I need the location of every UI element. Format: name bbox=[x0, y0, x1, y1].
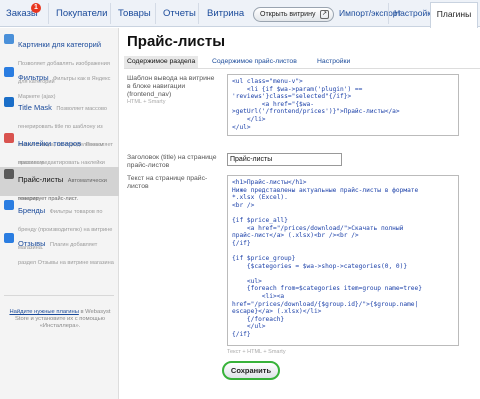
code-line: <ul class="menu-v"> bbox=[232, 78, 303, 85]
reviews-icon bbox=[4, 233, 14, 243]
sticker-icon bbox=[4, 133, 14, 143]
code-line: escape}</a> (.xlsx)</li> bbox=[232, 308, 322, 316]
plugin-title: Фильтры bbox=[18, 73, 49, 82]
plugin-title: Наклейки товаров bbox=[18, 139, 82, 148]
save-button[interactable]: Сохранить bbox=[222, 361, 280, 380]
code-line: <li {if $wa->param('plugin') == bbox=[232, 85, 363, 93]
plugin-title: Бренды bbox=[18, 206, 46, 215]
code-line: 'reviews'}class="selected"{/if}> bbox=[232, 93, 352, 101]
sidebar-plugin-item[interactable]: Прайс-листы Автоматически генерирует пра… bbox=[0, 167, 119, 202]
page-text-hint: Текст + HTML + Smarty bbox=[227, 349, 286, 355]
nav-divider bbox=[110, 3, 111, 24]
code-line: {/if} bbox=[232, 330, 251, 338]
nav-divider bbox=[48, 3, 49, 24]
find-plugins-link[interactable]: Найдите нужные плагины bbox=[9, 309, 78, 315]
nav-reports[interactable]: Отчеты bbox=[157, 0, 202, 27]
code-line: {if $price_group} bbox=[232, 254, 296, 262]
tab-settings[interactable]: Настройки bbox=[317, 56, 350, 68]
code-line: {/foreach} bbox=[232, 315, 285, 323]
code-line: {/if} bbox=[232, 239, 251, 247]
page-text-label: Текст на странице прайс-листов bbox=[127, 175, 208, 190]
nav-template-hint: HTML + Smarty bbox=[127, 99, 166, 105]
open-storefront-label: Открыть витрину bbox=[260, 11, 316, 18]
nav-divider bbox=[198, 3, 199, 24]
code-line: >getUrl('/frontend/prices')}">Прайс-лист… bbox=[232, 108, 400, 116]
heading-label: Заголовок (title) на странице прайс-лист… bbox=[127, 154, 217, 169]
code-line: {$categories = $wa->shop->categories(0, … bbox=[232, 262, 408, 270]
code-line: <ul> bbox=[232, 277, 262, 285]
code-line: <a href="/prices/download/">Скачать полн… bbox=[232, 224, 404, 232]
code-line: <br /> bbox=[232, 201, 255, 209]
sidebar-footer: Найдите нужные плагины в Webasyst Store … bbox=[8, 309, 112, 330]
sidebar-plugin-item[interactable]: Бренды Фильтры товаров по бренду (произв… bbox=[0, 198, 119, 251]
tabs-underline bbox=[124, 68, 480, 69]
nav-plugins[interactable]: Плагины bbox=[430, 2, 478, 28]
code-line: прайс-лист</a> (.xlsx)<br /><br /> bbox=[232, 232, 359, 240]
nav-template-label: Шаблон вывода на витрине в блоке навигац… bbox=[127, 75, 215, 98]
sidebar-plugin-item[interactable]: Title Mask Позволяет массово генерироват… bbox=[0, 95, 119, 166]
plugins-sidebar: Картинки для категорий Позволяет добавля… bbox=[0, 28, 119, 399]
code-line: </li> bbox=[232, 115, 266, 123]
nav-customers[interactable]: Покупатели bbox=[50, 0, 113, 27]
nav-storefront[interactable]: Витрина bbox=[201, 0, 250, 27]
tab-pricelist-content[interactable]: Содержимое прайс-листов bbox=[212, 56, 297, 68]
filter-icon bbox=[4, 67, 14, 77]
page-text-editor[interactable]: <h1>Прайс-листы</h1> Ниже представлены ак… bbox=[227, 175, 459, 346]
plugin-title: Отзывы bbox=[18, 239, 46, 248]
sidebar-plugin-item[interactable]: Картинки для категорий Позволяет добавля… bbox=[0, 32, 119, 85]
sidebar-plugin-item[interactable]: Наклейки товаров Позволяет массово редак… bbox=[0, 131, 119, 202]
sidebar-divider bbox=[4, 295, 114, 296]
code-line: </ul> bbox=[232, 323, 266, 331]
nav-products[interactable]: Товары bbox=[112, 0, 157, 27]
code-line: <h1>Прайс-листы</h1> bbox=[232, 179, 307, 186]
external-link-icon: ↗ bbox=[320, 10, 329, 19]
sidebar-plugin-item[interactable]: Отзывы Плагин добавляет раздел Отзывы на… bbox=[0, 231, 119, 266]
code-line: {if $price_all} bbox=[232, 216, 288, 224]
orders-badge: 1 bbox=[31, 3, 41, 13]
pricelist-icon bbox=[4, 169, 14, 179]
code-line: {foreach from=$categories item=group nam… bbox=[232, 285, 422, 293]
code-line: Ниже представлены актуальные прайс-листы… bbox=[232, 186, 419, 194]
code-line: *.xlsx (Excel). bbox=[232, 194, 288, 202]
nav-divider bbox=[155, 3, 156, 24]
nav-template-editor[interactable]: <ul class="menu-v"> <li {if $wa->param('… bbox=[227, 74, 459, 136]
top-navigation: Заказы 1 Покупатели Товары Отчеты Витрин… bbox=[0, 0, 480, 28]
plugin-title: Прайс-листы bbox=[18, 175, 64, 184]
code-line: </ul> bbox=[232, 123, 251, 131]
tab-section-content[interactable]: Содержимое раздела bbox=[124, 56, 199, 68]
plugin-title: Картинки для категорий bbox=[18, 40, 102, 49]
code-line: <li><a bbox=[232, 292, 285, 300]
mask-icon bbox=[4, 97, 14, 107]
page-title: Прайс-листы bbox=[127, 33, 226, 50]
code-line: <a href="{$wa- bbox=[232, 100, 314, 108]
heading-input[interactable]: Прайс-листы bbox=[227, 153, 342, 166]
plugin-title: Title Mask bbox=[18, 103, 52, 112]
code-line: href="/prices/download/{$group.id}/">{$g… bbox=[232, 300, 419, 308]
brand-icon bbox=[4, 200, 14, 210]
image-icon bbox=[4, 34, 14, 44]
open-storefront-button[interactable]: Открыть витрину ↗ bbox=[253, 7, 334, 22]
sidebar-plugin-item[interactable]: Фильтры Фильтры как в Яндекс Маркете (aj… bbox=[0, 65, 119, 100]
